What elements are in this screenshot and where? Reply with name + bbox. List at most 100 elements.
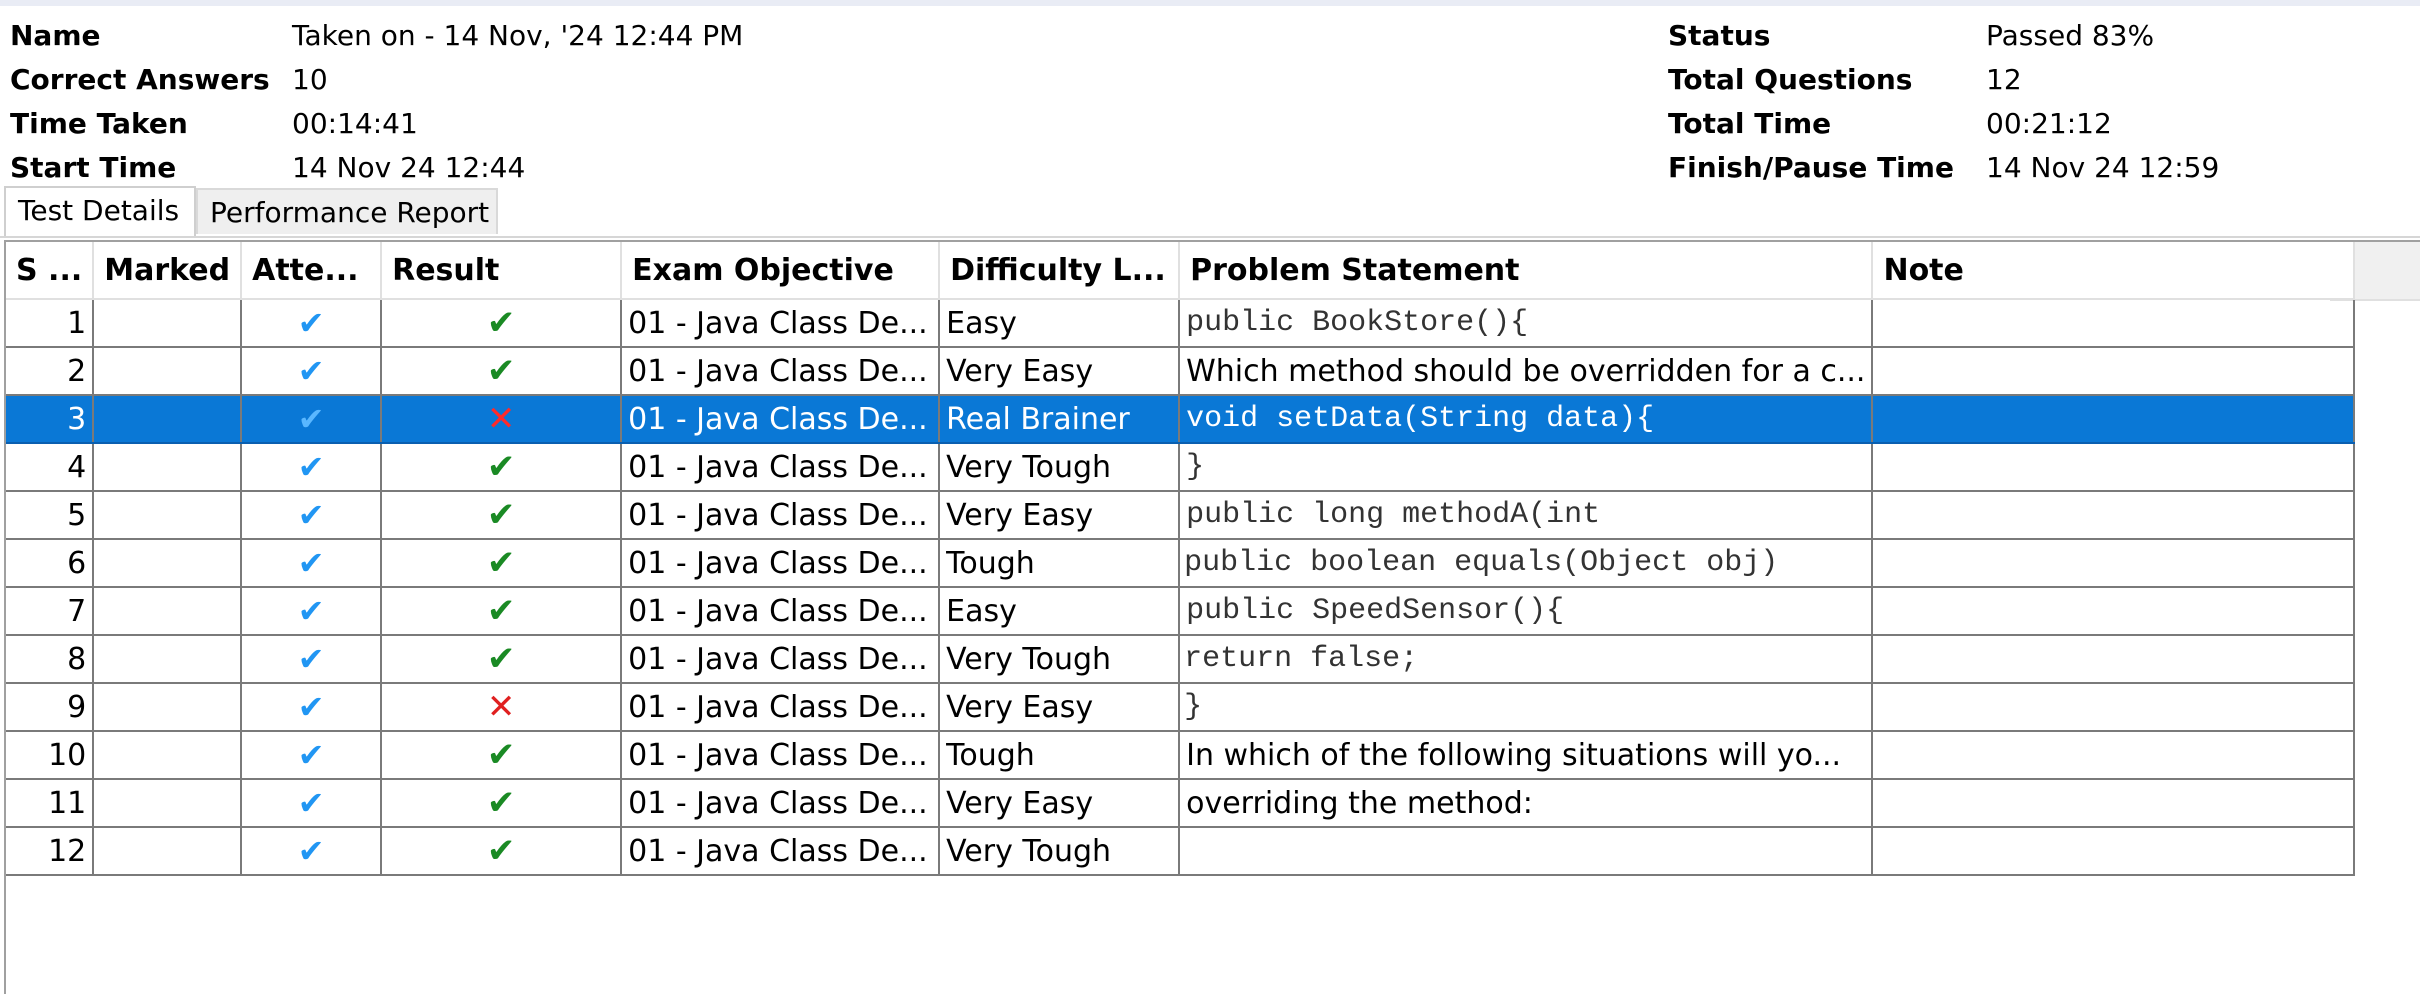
table-row[interactable]: 5 ✔ ✔ 01 - Java Class De... Very Easy public …: [6, 491, 2356, 540]
cell-marked[interactable]: [93, 827, 243, 876]
cell-exam-objective[interactable]: 01 - Java Class De...: [621, 731, 941, 780]
column-header-difficulty[interactable]: Difficulty L...: [939, 242, 1181, 300]
cell-attempted[interactable]: ✔: [241, 491, 383, 540]
cell-difficulty[interactable]: Very Tough: [939, 443, 1181, 492]
cell-serial[interactable]: 8: [6, 635, 95, 684]
cell-attempted[interactable]: ✔: [241, 587, 383, 636]
cell-result[interactable]: ✔: [381, 827, 623, 876]
cell-result[interactable]: ✔: [381, 443, 623, 492]
cell-difficulty[interactable]: Very Tough: [939, 635, 1181, 684]
table-row[interactable]: 10 ✔ ✔ 01 - Java Class De... Tough In which o…: [6, 731, 2356, 780]
cell-marked[interactable]: [93, 395, 243, 444]
cell-attempted[interactable]: ✔: [241, 395, 383, 444]
cell-exam-objective[interactable]: 01 - Java Class De...: [621, 443, 941, 492]
cell-exam-objective[interactable]: 01 - Java Class De...: [621, 491, 941, 540]
cell-result[interactable]: ✔: [381, 779, 623, 828]
cell-serial[interactable]: 6: [6, 539, 95, 588]
cell-problem-statement[interactable]: public boolean equals(Object obj): [1179, 539, 1874, 588]
cell-result[interactable]: ✔: [381, 731, 623, 780]
cell-note[interactable]: [1872, 299, 2356, 348]
cell-problem-statement[interactable]: public long methodA(int: [1179, 491, 1874, 540]
cell-problem-statement[interactable]: overriding the method:: [1179, 779, 1874, 828]
cell-exam-objective[interactable]: 01 - Java Class De...: [621, 539, 941, 588]
cell-attempted[interactable]: ✔: [241, 635, 383, 684]
tab-test-details[interactable]: Test Details: [4, 186, 196, 236]
cell-problem-statement[interactable]: Which method should be overridden for a …: [1179, 347, 1874, 396]
cell-problem-statement[interactable]: void setData(String data){: [1179, 395, 1874, 444]
cell-difficulty[interactable]: Very Easy: [939, 491, 1181, 540]
cell-attempted[interactable]: ✔: [241, 683, 383, 732]
cell-marked[interactable]: [93, 491, 243, 540]
cell-note[interactable]: [1872, 491, 2356, 540]
cell-marked[interactable]: [93, 683, 243, 732]
cell-exam-objective[interactable]: 01 - Java Class De...: [621, 827, 941, 876]
table-row[interactable]: 11 ✔ ✔ 01 - Java Class De... Very Easy overri…: [6, 779, 2356, 828]
table-row[interactable]: 2 ✔ ✔ 01 - Java Class De... Very Easy Which m…: [6, 347, 2356, 396]
cell-exam-objective[interactable]: 01 - Java Class De...: [621, 683, 941, 732]
cell-serial[interactable]: 10: [6, 731, 95, 780]
cell-problem-statement[interactable]: }: [1179, 683, 1874, 732]
cell-attempted[interactable]: ✔: [241, 299, 383, 348]
column-header-serial[interactable]: S ...: [6, 242, 95, 300]
cell-serial[interactable]: 2: [6, 347, 95, 396]
cell-note[interactable]: [1872, 827, 2356, 876]
cell-problem-statement[interactable]: In which of the following situations wil…: [1179, 731, 1874, 780]
cell-note[interactable]: [1872, 587, 2356, 636]
cell-marked[interactable]: [93, 731, 243, 780]
column-header-note[interactable]: Note: [1872, 242, 2356, 300]
cell-marked[interactable]: [93, 443, 243, 492]
table-row[interactable]: 1 ✔ ✔ 01 - Java Class De... Easy public BookS…: [6, 299, 2356, 348]
cell-marked[interactable]: [93, 779, 243, 828]
cell-marked[interactable]: [93, 587, 243, 636]
cell-serial[interactable]: 11: [6, 779, 95, 828]
cell-attempted[interactable]: ✔: [241, 779, 383, 828]
cell-difficulty[interactable]: Easy: [939, 299, 1181, 348]
table-row[interactable]: 7 ✔ ✔ 01 - Java Class De... Easy public Speed…: [6, 587, 2356, 636]
column-header-exam-objective[interactable]: Exam Objective: [621, 242, 941, 300]
cell-attempted[interactable]: ✔: [241, 827, 383, 876]
cell-result[interactable]: ✔: [381, 539, 623, 588]
cell-note[interactable]: [1872, 395, 2356, 444]
cell-serial[interactable]: 9: [6, 683, 95, 732]
cell-note[interactable]: [1872, 779, 2356, 828]
cell-note[interactable]: [1872, 443, 2356, 492]
table-row[interactable]: 4 ✔ ✔ 01 - Java Class De... Very Tough}: [6, 443, 2356, 492]
cell-marked[interactable]: [93, 299, 243, 348]
cell-serial[interactable]: 1: [6, 299, 95, 348]
cell-result[interactable]: ✕: [381, 683, 623, 732]
cell-serial[interactable]: 5: [6, 491, 95, 540]
cell-serial[interactable]: 12: [6, 827, 95, 876]
cell-result[interactable]: ✔: [381, 635, 623, 684]
table-row[interactable]: 8 ✔ ✔ 01 - Java Class De... Very Tough return…: [6, 635, 2356, 684]
column-header-problem-statement[interactable]: Problem Statement: [1179, 242, 1874, 300]
cell-exam-objective[interactable]: 01 - Java Class De...: [621, 635, 941, 684]
table-row[interactable]: 12 ✔ ✔ 01 - Java Class De... Very Tough: [6, 827, 2356, 876]
cell-difficulty[interactable]: Very Tough: [939, 827, 1181, 876]
table-row[interactable]: 6 ✔ ✔ 01 - Java Class De... Tough public bool…: [6, 539, 2356, 588]
cell-result[interactable]: ✕: [381, 395, 623, 444]
cell-exam-objective[interactable]: 01 - Java Class De...: [621, 779, 941, 828]
cell-marked[interactable]: [93, 539, 243, 588]
cell-note[interactable]: [1872, 539, 2356, 588]
cell-difficulty[interactable]: Very Easy: [939, 683, 1181, 732]
cell-attempted[interactable]: ✔: [241, 731, 383, 780]
cell-problem-statement[interactable]: return false;: [1179, 635, 1874, 684]
cell-exam-objective[interactable]: 01 - Java Class De...: [621, 299, 941, 348]
cell-note[interactable]: [1872, 347, 2356, 396]
cell-exam-objective[interactable]: 01 - Java Class De...: [621, 587, 941, 636]
cell-difficulty[interactable]: Easy: [939, 587, 1181, 636]
cell-result[interactable]: ✔: [381, 587, 623, 636]
cell-difficulty[interactable]: Very Easy: [939, 347, 1181, 396]
cell-note[interactable]: [1872, 683, 2356, 732]
cell-difficulty[interactable]: Real Brainer: [939, 395, 1181, 444]
cell-serial[interactable]: 3: [6, 395, 95, 444]
cell-attempted[interactable]: ✔: [241, 443, 383, 492]
results-grid[interactable]: S ... Marked Atte... Result Exam Objecti…: [6, 242, 2356, 876]
tab-performance-report[interactable]: Performance Report: [196, 188, 498, 234]
cell-problem-statement[interactable]: public SpeedSensor(){: [1179, 587, 1874, 636]
cell-marked[interactable]: [93, 347, 243, 396]
column-header-result[interactable]: Result: [381, 242, 623, 300]
cell-marked[interactable]: [93, 635, 243, 684]
table-row[interactable]: 3 ✔ ✕ 01 - Java Class De... Real Brainer void…: [6, 395, 2356, 444]
cell-note[interactable]: [1872, 731, 2356, 780]
